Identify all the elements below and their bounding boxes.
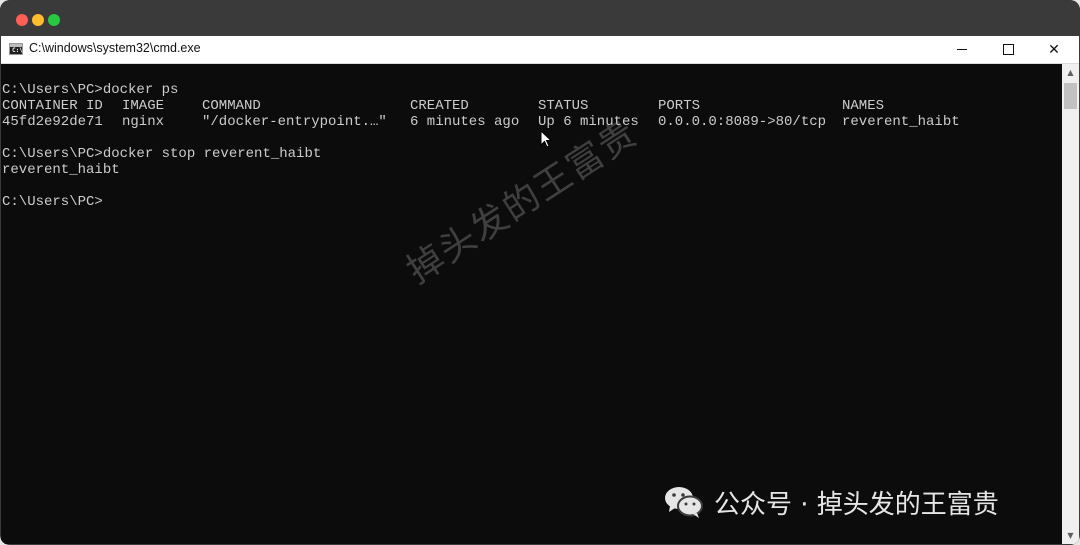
ps-data-row: 45fd2e92de71 nginx "/docker-entrypoint.…… [2, 114, 1002, 130]
header-names: NAMES [842, 98, 885, 114]
console-output[interactable]: C:\Users\PC>docker ps CONTAINER ID IMAGE… [1, 64, 1062, 544]
cmd-app-icon: C:\ [9, 43, 23, 55]
row-command: "/docker-entrypoint.…" [202, 114, 387, 130]
window-title: C:\windows\system32\cmd.exe [29, 41, 201, 55]
bottom-watermark: 公众号 · 掉头发的王富贵 [664, 484, 999, 520]
row-container-id: 45fd2e92de71 [2, 114, 103, 130]
row-names: reverent_haibt [842, 114, 960, 130]
bottom-watermark-text: 公众号 · 掉头发的王富贵 [714, 489, 999, 520]
header-created: CREATED [410, 98, 469, 114]
header-status: STATUS [538, 98, 589, 114]
mouse-cursor-icon [540, 130, 552, 148]
console-prompt: C:\Users\PC> [2, 194, 103, 210]
cmd-window: C:\ C:\windows\system32\cmd.exe ✕ C:\Use… [1, 36, 1079, 544]
cmd-icon-text: C:\ [12, 47, 23, 54]
close-button[interactable]: ✕ [1031, 36, 1077, 63]
minimize-traffic-light[interactable] [32, 14, 44, 26]
header-image: IMAGE [122, 98, 165, 114]
minimize-icon [957, 49, 967, 50]
mac-titlebar [0, 0, 1080, 36]
mac-window-frame: C:\ C:\windows\system32\cmd.exe ✕ C:\Use… [0, 0, 1080, 545]
console-line-stop-result: reverent_haibt [2, 162, 120, 178]
maximize-button[interactable] [985, 36, 1031, 63]
ps-header-row: CONTAINER ID IMAGE COMMAND CREATED STATU… [2, 98, 1002, 114]
close-icon: ✕ [1048, 41, 1060, 58]
minimize-button[interactable] [939, 36, 985, 63]
console-line-docker-ps: C:\Users\PC>docker ps [2, 82, 179, 98]
row-created: 6 minutes ago [410, 114, 520, 130]
row-ports: 0.0.0.0:8089->80/tcp [658, 114, 827, 130]
scrollbar-thumb[interactable] [1064, 83, 1077, 109]
cmd-titlebar[interactable]: C:\ C:\windows\system32\cmd.exe ✕ [1, 36, 1079, 64]
row-image: nginx [122, 114, 165, 130]
scroll-up-arrow-icon[interactable]: ▲ [1062, 64, 1079, 81]
vertical-scrollbar[interactable]: ▲ ▼ [1062, 64, 1079, 544]
scroll-down-arrow-icon[interactable]: ▼ [1062, 527, 1079, 544]
close-traffic-light[interactable] [16, 14, 28, 26]
zoom-traffic-light[interactable] [48, 14, 60, 26]
header-container-id: CONTAINER ID [2, 98, 103, 114]
header-ports: PORTS [658, 98, 701, 114]
maximize-icon [1002, 44, 1014, 55]
wechat-icon [665, 487, 703, 518]
console-line-docker-stop: C:\Users\PC>docker stop reverent_haibt [2, 146, 322, 162]
header-command: COMMAND [202, 98, 261, 114]
